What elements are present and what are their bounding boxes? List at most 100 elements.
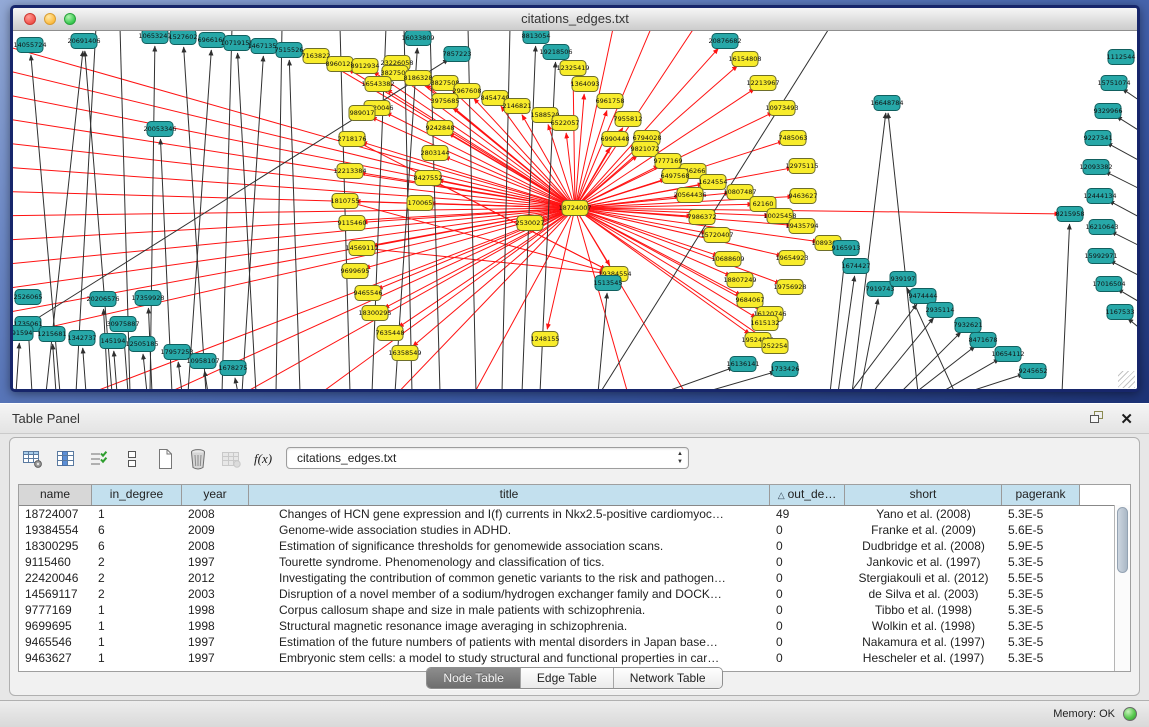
graph-node-label: 9227341 (1084, 134, 1113, 142)
graph-edge-red (474, 98, 575, 208)
graph-node-label: 18300295 (358, 309, 391, 317)
graph-edge-black (1105, 171, 1137, 189)
table-row[interactable]: 977716911998Corpus callosum shape and si… (19, 602, 1130, 618)
graph-node-label: 10653247 (138, 32, 171, 40)
graph-node-label: 10973493 (765, 104, 798, 112)
graph-node-label: 16033809 (401, 34, 434, 42)
table-row[interactable]: 1872400712008Changes of HCN gene express… (19, 506, 1130, 522)
float-panel-icon[interactable] (1089, 410, 1106, 430)
graph-edge-black (83, 348, 86, 390)
cell-out_degree: 0 (770, 634, 845, 650)
table-scrollbar[interactable] (1114, 505, 1130, 671)
graph-edge-black (16, 343, 19, 390)
graph-node-label: 19756928 (773, 283, 806, 291)
graph-node-label: 19218506 (539, 48, 572, 56)
table-selector-dropdown[interactable]: citations_edges.txt ▲▼ (286, 447, 689, 469)
graph-node-label: 7857223 (443, 50, 472, 58)
column-header-short[interactable]: short (845, 485, 1002, 505)
table-row[interactable]: 2242004622012Investigating the contribut… (19, 570, 1130, 586)
network-view-window: citations_edges.txt 18724007716382289601… (10, 5, 1140, 392)
column-header-name[interactable]: name (19, 485, 92, 505)
network-svg[interactable]: 1872400771638228960128891293423226058382… (13, 31, 1137, 390)
canvas-resize-grip[interactable] (1118, 371, 1135, 388)
cell-title: Changes of HCN gene expression and I(f) … (249, 506, 770, 522)
column-header-filler (1080, 485, 1130, 505)
graph-node-label: 2526065 (14, 293, 43, 301)
cell-year: 2003 (182, 586, 249, 602)
rows-icon[interactable] (119, 446, 145, 472)
table-row[interactable]: 911546021997Tourette syndrome. Phenomeno… (19, 554, 1130, 570)
table-scrollbar-thumb[interactable] (1117, 507, 1128, 573)
new-document-icon[interactable] (152, 446, 178, 472)
graph-edge-black (1111, 231, 1137, 249)
graph-node-label: 20691406 (67, 37, 100, 45)
cell-pagerank: 5.3E-5 (1002, 586, 1080, 602)
graph-edge-red (13, 208, 575, 341)
cell-year: 1997 (182, 554, 249, 570)
dropdown-arrows-icon: ▲▼ (677, 450, 683, 466)
graph-edge-black (222, 31, 232, 390)
graph-edge-black (178, 362, 182, 390)
cell-name: 9699695 (19, 618, 92, 634)
graph-edge-black (1116, 116, 1137, 133)
graph-node-label: 7485063 (779, 134, 808, 142)
graph-edge-black (872, 318, 934, 390)
table-row[interactable]: 1938455462009Genome-wide association stu… (19, 522, 1130, 538)
cell-in_degree: 2 (92, 586, 182, 602)
cell-pagerank: 5.3E-5 (1002, 554, 1080, 570)
cell-name: 19384554 (19, 522, 92, 538)
graph-node-label: 7932621 (954, 321, 983, 329)
cell-title: Genome-wide association studies in ADHD. (249, 522, 770, 538)
window-titlebar[interactable]: citations_edges.txt (13, 8, 1137, 31)
column-header-year[interactable]: year (182, 485, 249, 505)
cell-year: 2008 (182, 506, 249, 522)
graph-edge-black (1122, 89, 1137, 105)
column-header-out_degree[interactable]: △out_de… (770, 485, 845, 505)
table-row[interactable]: 946554611997Estimation of the future num… (19, 634, 1130, 650)
column-header-pagerank[interactable]: pagerank (1002, 485, 1080, 505)
tab-network-table[interactable]: Network Table (613, 668, 722, 688)
cell-short: Dudbridge et al. (2008) (845, 538, 1002, 554)
graph-node-label: 15720407 (700, 231, 733, 239)
delete-table-icon[interactable] (185, 446, 211, 472)
select-columns-icon[interactable] (86, 446, 112, 472)
cell-year: 1998 (182, 602, 249, 618)
table-column-icon[interactable] (53, 446, 79, 472)
graph-node-label: 8186328 (404, 74, 433, 82)
graph-node-label: 2935114 (926, 306, 955, 314)
graph-node-label: 7635448 (376, 329, 405, 337)
graph-node-label: 6497568 (661, 172, 690, 180)
graph-node-label: 12093382 (1079, 163, 1112, 171)
desktop-background: citations_edges.txt 18724007716382289601… (0, 0, 1149, 403)
table-row[interactable]: 969969511998Structural magnetic resonanc… (19, 618, 1130, 634)
cell-short: Hescheler et al. (1997) (845, 650, 1002, 666)
network-canvas[interactable]: 1872400771638228960128891293423226058382… (13, 31, 1137, 390)
table-row[interactable]: 1456911722003Disruption of a novel membe… (19, 586, 1130, 602)
cell-out_degree: 0 (770, 554, 845, 570)
tab-edge-table[interactable]: Edge Table (520, 668, 613, 688)
graph-node-label: 14055724 (13, 41, 46, 49)
close-panel-icon[interactable]: ✕ (1120, 412, 1133, 428)
cell-short: Wolkin et al. (1998) (845, 618, 1002, 634)
graph-node-label: 12213967 (746, 79, 779, 87)
column-header-in_degree[interactable]: in_degree (92, 485, 182, 505)
graph-node-label: 9329966 (1094, 107, 1123, 115)
cell-title: Disruption of a novel member of a sodium… (249, 586, 770, 602)
table-row[interactable]: 1830029562008Estimation of significance … (19, 538, 1130, 554)
graph-node-label: 16210643 (1085, 223, 1118, 231)
graph-edge-black (276, 31, 282, 390)
graph-node-label: 20053346 (143, 125, 176, 133)
table-body: 1872400712008Changes of HCN gene express… (19, 506, 1130, 666)
table-settings-icon[interactable] (20, 446, 46, 472)
graph-node-label: 6522057 (551, 119, 580, 127)
graph-node-label: 6990448 (601, 135, 630, 143)
graph-node-label: 9245652 (1019, 367, 1048, 375)
memory-status-indicator[interactable] (1123, 707, 1137, 721)
cell-title: Embryonic stem cells: a model to study s… (249, 650, 770, 666)
tab-node-table[interactable]: Node Table (427, 668, 520, 688)
function-builder-icon[interactable]: f(x) (251, 446, 277, 472)
cell-title: Investigating the contribution of common… (249, 570, 770, 586)
column-header-title[interactable]: title (249, 485, 770, 505)
graph-node-label: 16136141 (726, 360, 759, 368)
table-row[interactable]: 946362711997Embryonic stem cells: a mode… (19, 650, 1130, 666)
